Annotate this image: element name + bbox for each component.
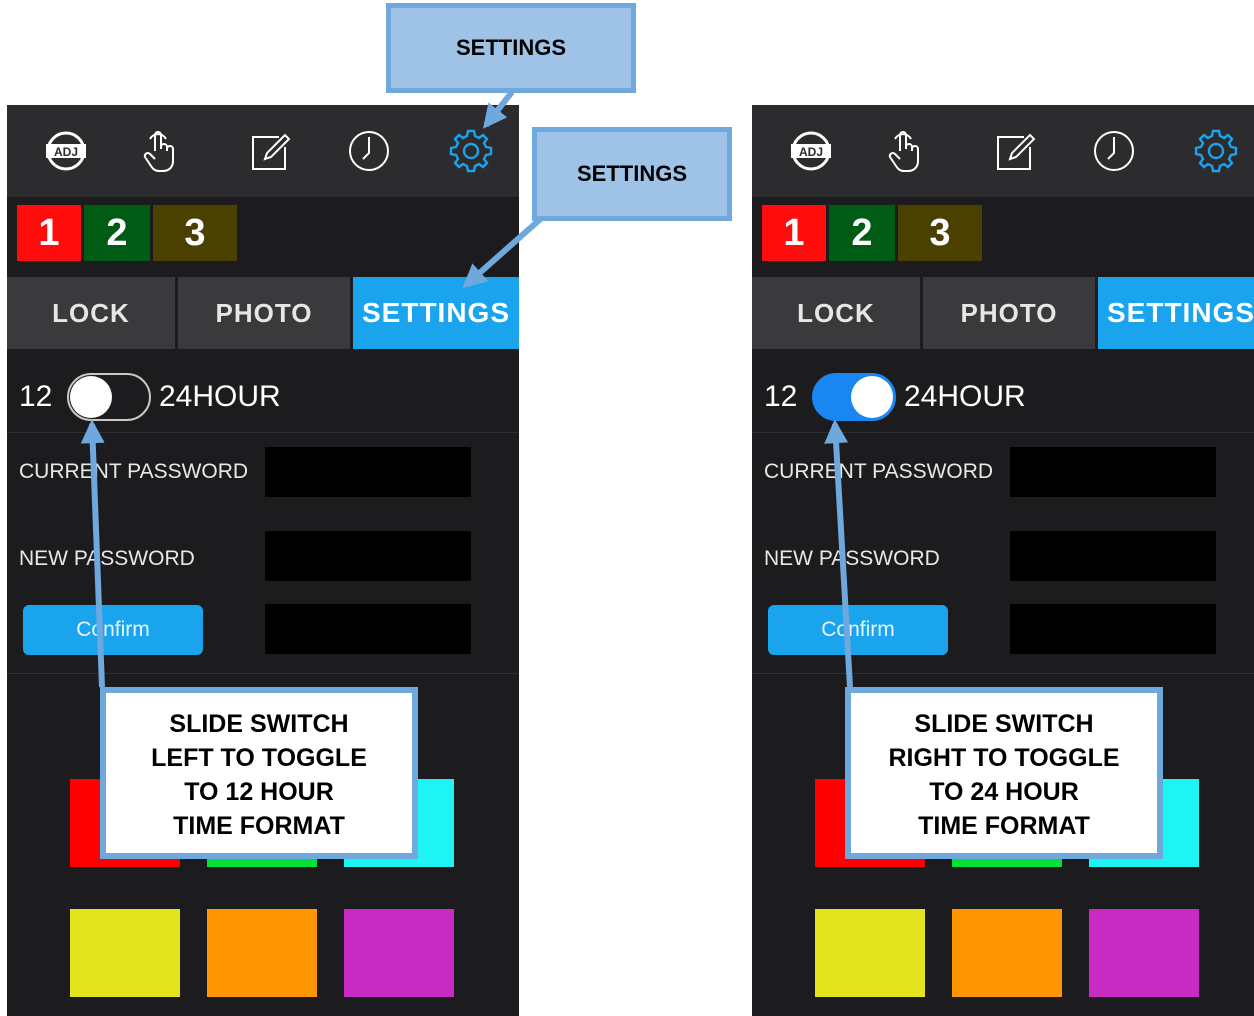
callout-line: LEFT TO TOGGLE: [151, 744, 367, 772]
divider: [752, 673, 1254, 674]
svg-text:ADJ: ADJ: [54, 145, 78, 159]
hour-format-row: 12 24HOUR: [752, 360, 1254, 433]
adj-logo-icon[interactable]: ADJ: [42, 127, 90, 175]
divider: [7, 673, 519, 674]
new-password-field[interactable]: [265, 531, 471, 581]
tab-bar: LOCK PHOTO SETTINGS: [752, 277, 1254, 349]
label-12: 12: [764, 380, 798, 413]
tab-lock[interactable]: LOCK: [7, 277, 175, 349]
color-swatch-orange[interactable]: [952, 909, 1062, 997]
group-3-button[interactable]: 3: [153, 205, 237, 261]
group-1-button[interactable]: 1: [17, 205, 81, 261]
group-2-button[interactable]: 2: [84, 205, 150, 261]
tab-settings[interactable]: SETTINGS: [1098, 277, 1254, 349]
toggle-knob: [851, 376, 893, 418]
confirm-button[interactable]: Confirm: [23, 605, 203, 655]
group-selector: 1 2 3: [762, 205, 985, 261]
tab-settings[interactable]: SETTINGS: [353, 277, 519, 349]
touch-hand-icon[interactable]: [880, 127, 928, 175]
callout-12-hour: SLIDE SWITCH LEFT TO TOGGLE TO 12 HOUR T…: [100, 687, 418, 859]
confirm-password-field[interactable]: [1010, 604, 1216, 654]
gear-icon[interactable]: [447, 127, 495, 175]
phone-screen-24-hour: ADJ 1 2 3 LOCK PHOTO SETTINGS 12 24HOUR …: [752, 105, 1254, 1016]
current-password-label: CURRENT PASSWORD: [19, 460, 249, 483]
new-password-label: NEW PASSWORD: [764, 547, 940, 570]
current-password-label: CURRENT PASSWORD: [764, 460, 994, 483]
new-password-label: NEW PASSWORD: [19, 547, 195, 570]
toggle-knob: [70, 376, 112, 418]
phone-screen-12-hour: ADJ 1 2 3 LOCK PHOTO SETTINGS 12 24HOUR …: [7, 105, 519, 1016]
svg-text:ADJ: ADJ: [799, 145, 823, 159]
group-2-button[interactable]: 2: [829, 205, 895, 261]
color-swatch-yellow[interactable]: [70, 909, 180, 997]
top-nav-bar: ADJ: [752, 105, 1254, 197]
callout-line: RIGHT TO TOGGLE: [888, 744, 1120, 772]
color-swatch-purple[interactable]: [1089, 909, 1199, 997]
clock-icon[interactable]: [345, 127, 393, 175]
label-12: 12: [19, 380, 53, 413]
current-password-field[interactable]: [265, 447, 471, 497]
callout-line: TO 12 HOUR: [184, 778, 334, 806]
color-swatch-yellow[interactable]: [815, 909, 925, 997]
tab-photo[interactable]: PHOTO: [178, 277, 350, 349]
tab-lock[interactable]: LOCK: [752, 277, 920, 349]
confirm-password-field[interactable]: [265, 604, 471, 654]
adj-logo-icon[interactable]: ADJ: [787, 127, 835, 175]
gear-icon[interactable]: [1192, 127, 1240, 175]
edit-note-icon[interactable]: [990, 127, 1038, 175]
callout-settings-middle: SETTINGS: [532, 127, 732, 221]
group-selector: 1 2 3: [17, 205, 240, 261]
hour-format-row: 12 24HOUR: [7, 360, 519, 433]
callout-line: SLIDE SWITCH: [914, 710, 1094, 738]
hour-format-toggle[interactable]: [67, 373, 151, 421]
confirm-button[interactable]: Confirm: [768, 605, 948, 655]
edit-note-icon[interactable]: [245, 127, 293, 175]
new-password-field[interactable]: [1010, 531, 1216, 581]
group-3-button[interactable]: 3: [898, 205, 982, 261]
label-24hour: 24HOUR: [159, 380, 281, 413]
clock-icon[interactable]: [1090, 127, 1138, 175]
top-nav-bar: ADJ: [7, 105, 519, 197]
color-swatch-purple[interactable]: [344, 909, 454, 997]
current-password-field[interactable]: [1010, 447, 1216, 497]
callout-line: TIME FORMAT: [173, 812, 345, 840]
touch-hand-icon[interactable]: [135, 127, 183, 175]
callout-line: SLIDE SWITCH: [169, 710, 349, 738]
label-24hour: 24HOUR: [904, 380, 1026, 413]
callout-line: TO 24 HOUR: [929, 778, 1079, 806]
tab-photo[interactable]: PHOTO: [923, 277, 1095, 349]
group-1-button[interactable]: 1: [762, 205, 826, 261]
hour-format-toggle[interactable]: [812, 373, 896, 421]
callout-settings-top: SETTINGS: [386, 3, 636, 93]
callout-24-hour: SLIDE SWITCH RIGHT TO TOGGLE TO 24 HOUR …: [845, 687, 1163, 859]
tab-bar: LOCK PHOTO SETTINGS: [7, 277, 519, 349]
callout-line: TIME FORMAT: [918, 812, 1090, 840]
color-swatch-orange[interactable]: [207, 909, 317, 997]
